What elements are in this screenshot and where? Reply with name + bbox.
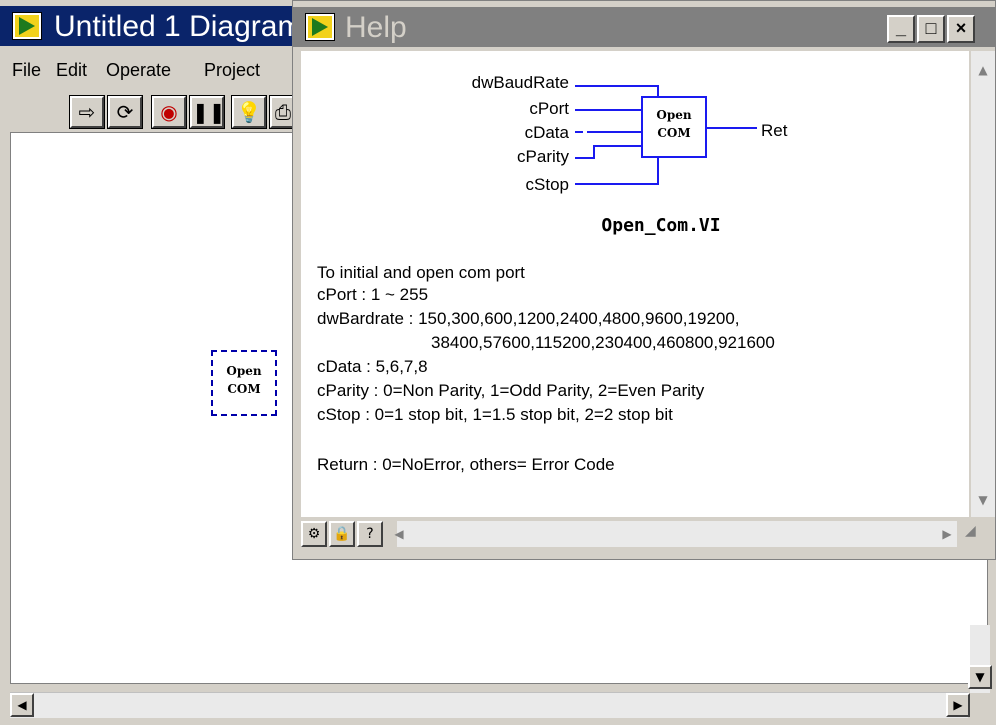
help-window: Help _ □ × dwBaudRate cPort cData cParit… [292, 0, 996, 560]
wire-cparity-up [593, 145, 595, 159]
vi-name: Open_Com.VI [601, 215, 721, 236]
wire-cport [575, 109, 641, 111]
help-window-title: Help [345, 11, 407, 44]
wire-cstop-rise [657, 156, 659, 185]
scroll-right-icon[interactable]: ▶ [937, 521, 957, 547]
wire-cdata [575, 131, 583, 133]
node-label-line2: COM [657, 126, 691, 140]
resize-grip-icon[interactable]: ◢ [965, 523, 989, 547]
terminal-cport: cPort [529, 99, 569, 118]
highlight-execution-button[interactable]: 💡 [231, 95, 267, 129]
description-line: cStop : 0=1 stop bit, 1=1.5 stop bit, 2=… [317, 405, 673, 424]
minimize-button[interactable]: _ [887, 15, 915, 43]
scroll-left-icon[interactable]: ◀ [10, 693, 34, 717]
diagram-window-title: Untitled 1 Diagram [54, 10, 303, 43]
terminal-cstop: cStop [525, 175, 569, 194]
description-line: To initial and open com port [317, 263, 525, 282]
help-vertical-scrollbar[interactable]: ▲ ▼ [971, 51, 995, 517]
help-content: dwBaudRate cPort cData cParity cStop Ret… [301, 51, 969, 517]
scroll-down-icon[interactable]: ▼ [968, 665, 992, 689]
labview-icon [305, 13, 335, 41]
wire-dwbaudrate [575, 85, 659, 87]
terminal-dwbaudrate: dwBaudRate [471, 73, 569, 92]
abort-button[interactable]: ◉ [151, 95, 187, 129]
help-question-icon[interactable]: ? [357, 521, 383, 547]
diagram-toolbar: ⇨ ⟳ ◉ ❚❚ 💡 ⎙ [0, 88, 300, 130]
wire-cstop [575, 183, 659, 185]
lock-icon[interactable]: 🔒 [329, 521, 355, 547]
close-button[interactable]: × [947, 15, 975, 43]
labview-icon [12, 12, 42, 40]
node-label-line1: Open [656, 108, 692, 122]
diagram-menu-bar: File Edit Operate Project [0, 50, 300, 84]
description-line: dwBardrate : 150,300,600,1200,2400,4800,… [317, 309, 740, 328]
menu-edit[interactable]: Edit [56, 60, 87, 81]
open-com-node[interactable]: Open COM [211, 350, 277, 416]
pause-button[interactable]: ❚❚ [189, 95, 226, 129]
diagram-title-bar[interactable]: Untitled 1 Diagram [0, 6, 303, 46]
scroll-left-icon[interactable]: ◀ [389, 521, 409, 547]
description-line: cParity : 0=Non Parity, 1=Odd Parity, 2=… [317, 381, 705, 400]
menu-operate[interactable]: Operate [106, 60, 171, 81]
maximize-button[interactable]: □ [917, 15, 945, 43]
diagram-horizontal-scrollbar[interactable]: ◀ ▶ [10, 692, 970, 718]
node-label-line2: COM [227, 382, 261, 396]
menu-project[interactable]: Project [204, 60, 260, 81]
description-line: 38400,57600,115200,230400,460800,921600 [431, 333, 775, 352]
lock-diagram-icon[interactable]: ⚙ [301, 521, 327, 547]
terminal-cdata: cData [524, 123, 569, 142]
help-title-bar[interactable]: Help _ □ × [293, 7, 996, 47]
run-continuously-button[interactable]: ⟳ [107, 95, 143, 129]
terminal-cparity: cParity [517, 147, 569, 166]
help-horizontal-scrollbar[interactable]: ◀ ▶ [394, 521, 957, 547]
diagram-vertical-scrollbar[interactable]: ▼ [968, 625, 992, 693]
run-button[interactable]: ⇨ [69, 95, 105, 129]
wire-cparity-in [593, 145, 641, 147]
menu-file[interactable]: File [12, 60, 41, 81]
help-bottom-bar: ⚙ 🔒 ? ◀ ▶ ◢ [301, 517, 995, 553]
wire-ret [707, 127, 757, 129]
open-com-icon: Open COM [641, 96, 707, 158]
description-line: Return : 0=NoError, others= Error Code [317, 455, 615, 474]
scroll-up-icon[interactable]: ▲ [971, 55, 995, 85]
scroll-down-icon[interactable]: ▼ [971, 485, 995, 515]
description-line: cData : 5,6,7,8 [317, 357, 428, 376]
node-label-line1: Open [226, 364, 262, 378]
wire-cdata-2 [587, 131, 641, 133]
terminal-ret: Ret [761, 121, 788, 140]
scroll-right-icon[interactable]: ▶ [946, 693, 970, 717]
wire-cparity [575, 157, 595, 159]
description-line: cPort : 1 ~ 255 [317, 285, 429, 304]
